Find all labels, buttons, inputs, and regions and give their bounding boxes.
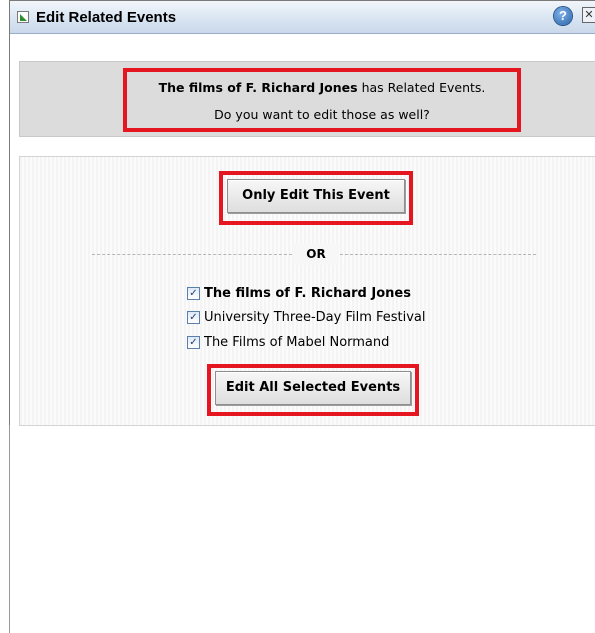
related-event-label: University Three-Day Film Festival — [204, 310, 426, 325]
checkbox-checked-icon[interactable]: ✓ — [187, 311, 200, 324]
edit-related-events-dialog: Edit Related Events ? ✕ The films of F. … — [9, 0, 595, 633]
or-divider-right — [340, 254, 536, 255]
checkbox-checked-icon[interactable]: ✓ — [187, 336, 200, 349]
banner-question: Do you want to edit those as well? — [214, 107, 430, 122]
help-icon[interactable]: ? — [554, 7, 572, 25]
related-event-label: The films of F. Richard Jones — [204, 286, 411, 301]
edit-all-selected-events-button[interactable]: Edit All Selected Events — [215, 371, 411, 405]
edit-options-panel: Only Edit This Event OR ✓ The films of F… — [19, 156, 595, 426]
window-icon — [17, 11, 29, 23]
banner-message-suffix: has Related Events. — [357, 80, 486, 95]
related-events-banner: The films of F. Richard Jones has Relate… — [19, 61, 595, 137]
only-edit-this-event-button[interactable]: Only Edit This Event — [227, 179, 405, 213]
banner-event-name: The films of F. Richard Jones — [158, 80, 358, 95]
related-event-label: The Films of Mabel Normand — [204, 335, 390, 350]
close-icon[interactable]: ✕ — [582, 7, 595, 23]
dialog-left-border — [9, 425, 10, 633]
dialog-title: Edit Related Events — [36, 9, 177, 26]
or-separator: OR — [293, 243, 339, 265]
checkbox-checked-icon[interactable]: ✓ — [187, 287, 200, 300]
or-divider-left — [92, 254, 292, 255]
banner-highlight-box: The films of F. Richard Jones has Relate… — [123, 68, 521, 132]
dialog-titlebar[interactable]: Edit Related Events ? ✕ — [10, 1, 595, 34]
banner-message: The films of F. Richard Jones has Relate… — [127, 80, 517, 95]
